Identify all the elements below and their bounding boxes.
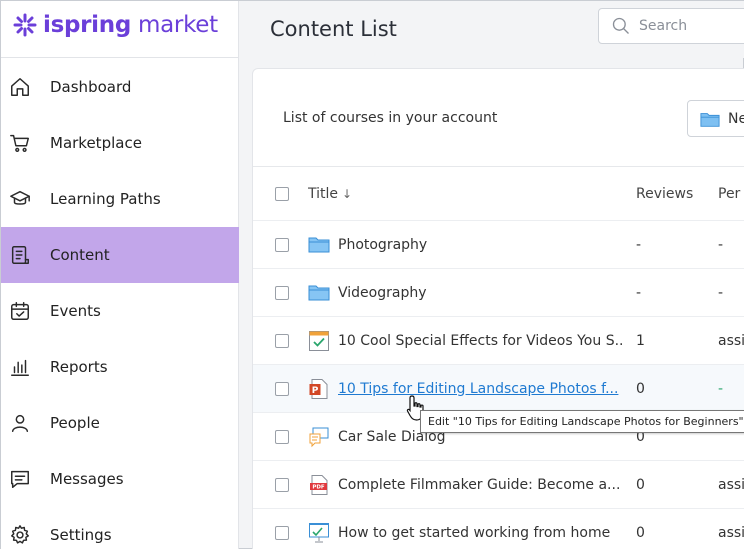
row-reviews: 0	[636, 524, 645, 541]
search-input[interactable]	[639, 18, 739, 34]
quiz-icon	[309, 330, 329, 351]
svg-text:PDF: PDF	[312, 484, 325, 490]
row-permissions: assi	[718, 332, 744, 349]
row-reviews: 0	[636, 380, 645, 397]
row-permissions: -	[718, 284, 724, 301]
row-reviews: -	[636, 236, 642, 253]
folder-icon	[308, 285, 330, 300]
table-row[interactable]: 10 Cool Special Effects for Videos You S…	[253, 317, 744, 365]
graduation-cap-icon	[9, 188, 31, 210]
row-checkbox[interactable]	[275, 525, 289, 540]
sidebar-item-content[interactable]: Content	[1, 227, 239, 283]
row-checkbox[interactable]	[275, 333, 289, 348]
home-icon	[9, 76, 31, 98]
row-checkbox[interactable]	[275, 237, 289, 252]
sort-arrow-icon: ↓	[342, 186, 353, 201]
row-reviews: -	[636, 284, 642, 301]
row-permissions: -	[718, 236, 724, 253]
sidebar-item-label: Dashboard	[50, 78, 132, 96]
folder-icon	[308, 237, 330, 252]
presentation-icon	[309, 522, 329, 542]
row-title[interactable]: Photography	[338, 221, 623, 268]
sidebar-item-messages[interactable]: Messages	[1, 451, 239, 507]
row-title[interactable]: How to get started working from home	[338, 509, 623, 549]
sidebar-item-label: Content	[50, 246, 110, 264]
table-header: Title ↓ Reviews Per	[253, 167, 744, 221]
sidebar-item-dashboard[interactable]: Dashboard	[1, 59, 239, 115]
gear-icon	[9, 524, 31, 546]
new-folder-button[interactable]: Ne	[687, 100, 744, 137]
panel-header: List of courses in your account Ne	[253, 69, 744, 167]
row-permissions: assi	[718, 524, 744, 541]
sidebar-item-learning-paths[interactable]: Learning Paths	[1, 171, 239, 227]
sidebar-nav: Dashboard Marketplace Learning Paths Con…	[1, 59, 239, 549]
message-icon	[9, 468, 31, 490]
calendar-check-icon	[9, 300, 31, 322]
row-checkbox[interactable]	[275, 429, 289, 444]
sidebar-item-reports[interactable]: Reports	[1, 339, 239, 395]
sidebar-item-label: Learning Paths	[50, 190, 161, 208]
sidebar-item-label: People	[50, 414, 100, 432]
row-permissions: assi	[718, 476, 744, 493]
sidebar-item-label: Messages	[50, 470, 124, 488]
column-permissions[interactable]: Per	[718, 167, 740, 220]
page-title: Content List	[270, 17, 397, 41]
document-icon	[9, 244, 31, 266]
pdf-icon: PDF	[310, 474, 328, 495]
dialog-icon	[309, 427, 329, 447]
edit-course-link[interactable]: 10 Tips for Editing Landscape Photos f..…	[338, 381, 618, 397]
top-bar: Content List	[239, 1, 744, 58]
row-reviews: 0	[636, 476, 645, 493]
sidebar-divider	[1, 57, 239, 58]
panel-subtitle: List of courses in your account	[283, 110, 498, 126]
edit-tooltip: Edit "10 Tips for Editing Landscape Phot…	[420, 410, 744, 433]
sidebar-item-label: Marketplace	[50, 134, 142, 152]
row-checkbox[interactable]	[275, 477, 289, 492]
folder-icon	[700, 112, 720, 127]
ispring-market-logo[interactable]: ispring market	[11, 9, 218, 41]
table-row[interactable]: Videography - -	[253, 269, 744, 317]
content-panel: List of courses in your account Ne Title…	[252, 68, 744, 549]
sidebar-item-people[interactable]: People	[1, 395, 239, 451]
new-button-label: Ne	[728, 110, 744, 127]
sidebar-item-events[interactable]: Events	[1, 283, 239, 339]
brand-name: ispring market	[43, 12, 218, 38]
sidebar-item-label: Reports	[50, 358, 108, 376]
search-box[interactable]	[598, 8, 744, 44]
row-title[interactable]: Videography	[338, 269, 623, 316]
table-row[interactable]: PDF Complete Filmmaker Guide: Become a..…	[253, 461, 744, 509]
bar-chart-icon	[9, 356, 31, 378]
powerpoint-icon: P	[309, 378, 328, 399]
sidebar-item-marketplace[interactable]: Marketplace	[1, 115, 239, 171]
sidebar-item-label: Events	[50, 302, 101, 320]
column-reviews[interactable]: Reviews	[636, 167, 693, 220]
search-icon	[612, 17, 629, 34]
row-reviews: 1	[636, 332, 645, 349]
svg-text:P: P	[312, 386, 319, 396]
asterisk-logo-icon	[13, 13, 37, 37]
person-icon	[9, 412, 31, 434]
row-title-link[interactable]: 10 Tips for Editing Landscape Photos f..…	[338, 365, 623, 412]
select-all-checkbox[interactable]	[275, 186, 289, 201]
table-row[interactable]: How to get started working from home 0 a…	[253, 509, 744, 549]
column-title[interactable]: Title ↓	[308, 167, 593, 220]
table-row[interactable]: P 10 Tips for Editing Landscape Photos f…	[253, 365, 744, 413]
sidebar: ispring market Dashboard Marketplace Lea…	[1, 1, 239, 549]
row-title[interactable]: 10 Cool Special Effects for Videos You S…	[338, 317, 623, 364]
row-permissions: -	[718, 380, 724, 397]
row-checkbox[interactable]	[275, 381, 289, 396]
row-checkbox[interactable]	[275, 285, 289, 300]
table-row[interactable]: Photography - -	[253, 221, 744, 269]
content-table: Title ↓ Reviews Per Photography - - Vide…	[253, 167, 744, 549]
sidebar-item-label: Settings	[50, 526, 112, 544]
cart-icon	[9, 132, 31, 154]
column-title-label: Title	[308, 185, 339, 202]
sidebar-item-settings[interactable]: Settings	[1, 507, 239, 549]
row-title[interactable]: Complete Filmmaker Guide: Become a...	[338, 461, 623, 508]
